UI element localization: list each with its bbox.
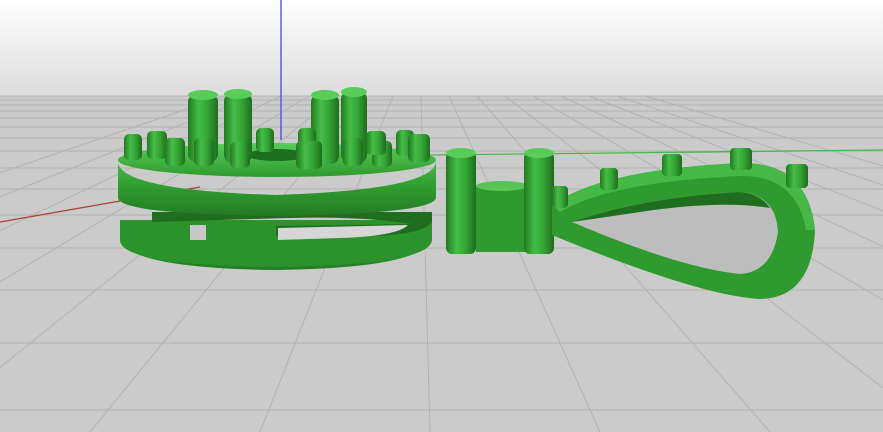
perspective-scene[interactable] bbox=[0, 0, 883, 432]
3d-viewport[interactable] bbox=[0, 0, 883, 432]
ring-left-window bbox=[190, 225, 206, 240]
sky-background bbox=[0, 0, 883, 96]
